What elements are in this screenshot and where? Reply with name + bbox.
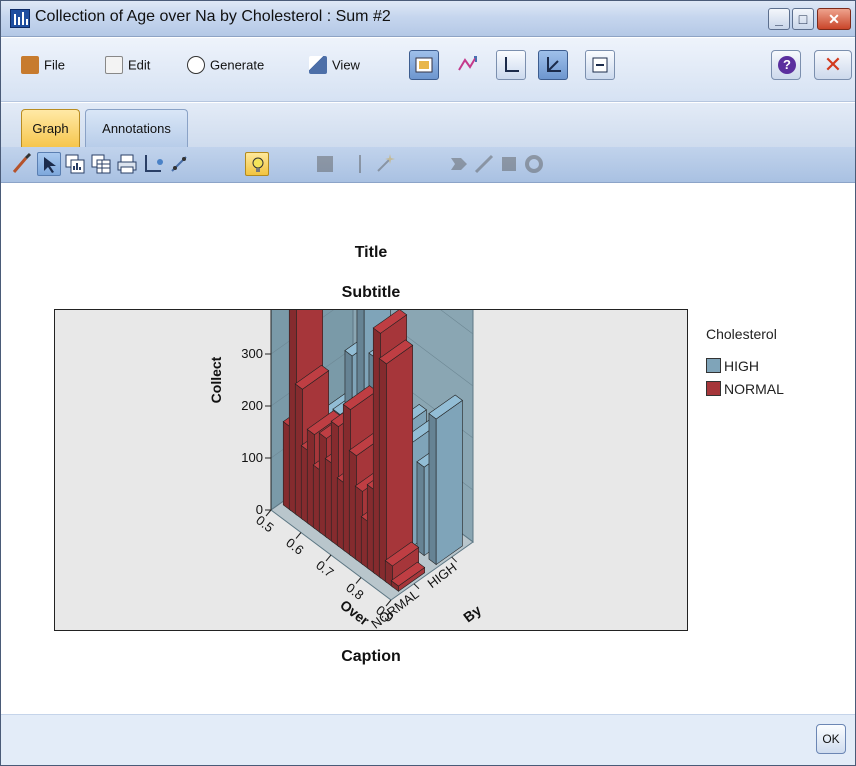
line-weight-icon (359, 155, 361, 173)
bar-chart-3d: 0100200300400500Collect0.50.60.70.80.9Ov… (208, 191, 484, 632)
ok-button[interactable]: OK (816, 724, 846, 754)
bar-high (428, 394, 463, 566)
rectangle-shape-icon (502, 157, 516, 171)
legend-swatch-high (706, 358, 721, 373)
bar-front-face (428, 412, 437, 566)
axis-3d-icon (547, 57, 561, 72)
menu-edit-label: Edit (128, 57, 151, 73)
menu-generate[interactable]: Generate (187, 56, 264, 78)
help-icon: ? (778, 56, 796, 74)
print-icon[interactable] (115, 152, 139, 176)
bar-front-face (378, 357, 387, 583)
edit-mode-icon (458, 56, 477, 71)
minimize-icon: _ (775, 11, 783, 27)
fill-color-icon (317, 156, 333, 172)
chart-subtitle: Subtitle (341, 284, 401, 301)
menu-file[interactable]: File (21, 56, 65, 78)
z-axis-label: By (460, 602, 484, 626)
menu-view-label: View (332, 57, 360, 73)
plot-area: 0100200300400500Collect0.50.60.70.80.9Ov… (54, 191, 688, 632)
menu-view[interactable]: View (309, 56, 360, 78)
axis-2d-button[interactable] (496, 50, 526, 80)
bar-front-face (416, 461, 425, 557)
z-tick (413, 583, 420, 590)
copy-chart-icon[interactable] (63, 152, 87, 176)
legend-title: Cholesterol (706, 326, 777, 342)
edit-icon (105, 56, 123, 74)
annotation-icon[interactable] (245, 152, 269, 176)
line-shape-icon (474, 154, 494, 174)
axis-edit-icon[interactable] (141, 152, 165, 176)
help-button[interactable]: ? (771, 50, 801, 80)
pointer-icon[interactable] (37, 152, 61, 176)
x-tick-label: 0.6 (283, 535, 306, 558)
axis-3d-button[interactable] (538, 50, 568, 80)
close-dialog-icon: ✕ (823, 52, 843, 77)
tab-graph[interactable]: Graph (21, 109, 80, 147)
menu-file-label: File (44, 57, 65, 73)
y-tick-label: 300 (241, 346, 263, 361)
menu-edit[interactable]: Edit (105, 56, 150, 78)
menu-generate-label: Generate (210, 57, 265, 73)
arrow-shape-icon (451, 158, 467, 170)
copy-data-icon[interactable] (89, 152, 113, 176)
close-icon: ✕ (828, 11, 840, 27)
x-tick-label: 0.7 (313, 557, 336, 580)
view-icon (309, 56, 327, 74)
legend-label-high: HIGH (724, 358, 759, 374)
file-icon (21, 56, 39, 74)
paintbrush-icon[interactable] (10, 152, 34, 176)
close-window-button[interactable]: ✕ (817, 8, 851, 30)
chart-title: Title (354, 244, 388, 261)
minimize-button[interactable]: _ (768, 8, 790, 30)
legend-label-normal: NORMAL (724, 381, 784, 397)
legend-item-high: HIGH (706, 358, 759, 374)
tab-strip: Graph Annotations (1, 103, 855, 147)
close-dialog-button[interactable]: ✕ (814, 50, 852, 80)
generate-icon (187, 56, 205, 74)
explore-icon (415, 57, 433, 73)
window-title: Collection of Age over Na by Cholesterol… (35, 8, 391, 25)
maximize-button[interactable]: □ (792, 8, 814, 30)
chart-caption: Caption (341, 648, 401, 665)
axis-range-button[interactable] (585, 50, 615, 80)
dialog-footer: OK (1, 714, 855, 765)
y-tick-label: 200 (241, 398, 263, 413)
edit-mode-button[interactable] (452, 50, 482, 80)
graph-toolbar (1, 147, 855, 183)
axis-range-icon (592, 57, 608, 73)
legend-item-normal: NORMAL (706, 381, 784, 397)
magic-wand-icon (377, 154, 395, 172)
chart-window: Collection of Age over Na by Cholesterol… (0, 0, 856, 766)
menu-bar: File Edit Generate View ? ✕ (1, 38, 855, 102)
title-bar: Collection of Age over Na by Cholesterol… (1, 1, 855, 37)
maximize-icon: □ (798, 11, 808, 27)
y-axis-label: Collect (208, 356, 224, 403)
graph-app-icon (10, 9, 30, 28)
tab-annotations[interactable]: Annotations (85, 109, 188, 147)
bar-side-face (435, 399, 463, 566)
legend-swatch-normal (706, 381, 721, 396)
x-axis-label: Over (337, 597, 373, 629)
y-tick-label: 100 (241, 450, 263, 465)
axis-2d-icon (505, 57, 519, 72)
connector-icon[interactable] (167, 152, 191, 176)
z-tick (451, 556, 458, 563)
explore-mode-button[interactable] (409, 50, 439, 80)
graph-canvas: Title Subtitle 0100200300400500Collect0.… (1, 184, 855, 714)
ellipse-shape-icon (525, 155, 543, 173)
